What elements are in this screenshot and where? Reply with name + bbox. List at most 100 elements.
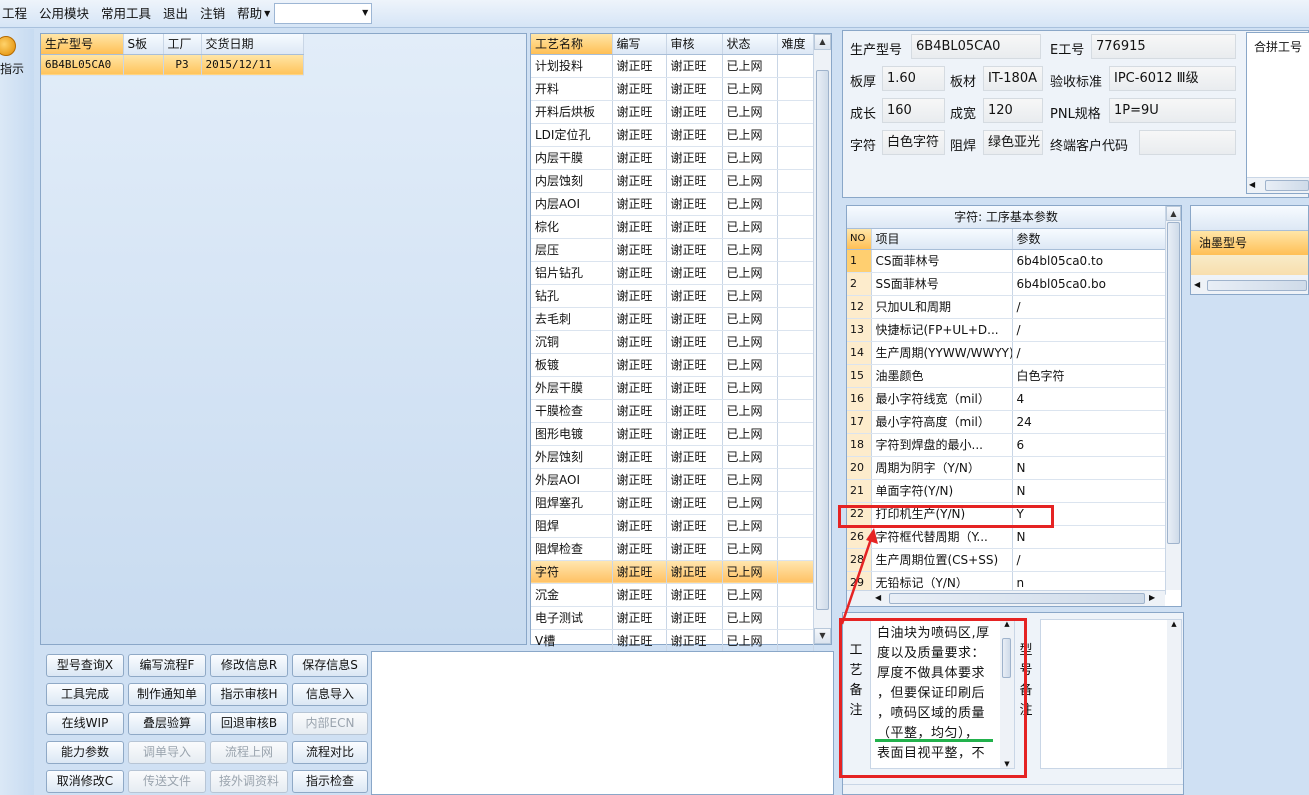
process-status[interactable]: 已上网	[722, 629, 778, 653]
process-name[interactable]: 外层干膜	[531, 376, 613, 400]
order-factory[interactable]: P3	[163, 54, 202, 76]
scroll-up-icon[interactable]: ▲	[814, 34, 831, 50]
chevron-down-icon[interactable]: ▼	[362, 8, 368, 17]
process-name[interactable]: 内层AOI	[531, 192, 613, 216]
process-writer[interactable]: 谢正旺	[612, 330, 667, 354]
process-status[interactable]: 已上网	[722, 422, 778, 446]
param-no[interactable]: 21	[847, 479, 872, 503]
table-row[interactable]: 17 最小字符高度（mil） 24	[847, 410, 1166, 434]
process-reviewer[interactable]: 谢正旺	[666, 606, 723, 630]
scroll-thumb[interactable]	[816, 70, 829, 610]
action-button[interactable]: 传送文件	[128, 770, 206, 793]
scroll-up-icon[interactable]: ▲	[1167, 620, 1181, 628]
table-row[interactable]: 铝片钻孔 谢正旺 谢正旺 已上网	[531, 261, 814, 285]
action-button[interactable]: 回退审核B	[210, 712, 288, 735]
param-value[interactable]: 4	[1012, 387, 1166, 411]
model-notes-vscrollbar[interactable]: ▲	[1167, 620, 1181, 768]
process-difficulty[interactable]	[777, 238, 814, 262]
model-field[interactable]: 6B4BL05CA0	[911, 34, 1041, 59]
process-status[interactable]: 已上网	[722, 123, 778, 147]
param-item[interactable]: 油墨颜色	[871, 364, 1013, 388]
table-row[interactable]: 开料 谢正旺 谢正旺 已上网	[531, 77, 814, 101]
process-difficulty[interactable]	[777, 307, 814, 331]
params-vertical-scrollbar[interactable]: ▲	[1165, 206, 1181, 590]
e-no-field[interactable]: 776915	[1091, 34, 1236, 59]
table-row[interactable]: 去毛刺 谢正旺 谢正旺 已上网	[531, 307, 814, 331]
process-difficulty[interactable]	[777, 468, 814, 492]
menu-tools[interactable]: 常用工具	[95, 0, 157, 28]
process-difficulty[interactable]	[777, 399, 814, 423]
process-status[interactable]: 已上网	[722, 560, 778, 584]
table-row[interactable]: 14 生产周期(YYWW/WWYY) /	[847, 341, 1166, 365]
table-row[interactable]: 内层AOI 谢正旺 谢正旺 已上网	[531, 192, 814, 216]
process-writer[interactable]: 谢正旺	[612, 54, 667, 78]
process-difficulty[interactable]	[777, 353, 814, 377]
table-row[interactable]: 内层蚀刻 谢正旺 谢正旺 已上网	[531, 169, 814, 193]
table-row[interactable]: 外层蚀刻 谢正旺 谢正旺 已上网	[531, 445, 814, 469]
action-button[interactable]: 叠层验算	[128, 712, 206, 735]
customer-field[interactable]	[1139, 130, 1236, 155]
param-no[interactable]: 16	[847, 387, 872, 411]
process-reviewer[interactable]: 谢正旺	[666, 307, 723, 331]
scroll-down-icon[interactable]: ▼	[814, 628, 831, 644]
process-writer[interactable]: 谢正旺	[612, 77, 667, 101]
process-reviewer[interactable]: 谢正旺	[666, 261, 723, 285]
process-reviewer[interactable]: 谢正旺	[666, 491, 723, 515]
process-reviewer[interactable]: 谢正旺	[666, 514, 723, 538]
table-row[interactable]: 13 快捷标记(FP+UL+D... /	[847, 318, 1166, 342]
process-writer[interactable]: 谢正旺	[612, 169, 667, 193]
scroll-thumb[interactable]	[889, 593, 1145, 604]
process-name[interactable]: 计划投料	[531, 54, 613, 78]
process-status[interactable]: 已上网	[722, 215, 778, 239]
process-status[interactable]: 已上网	[722, 100, 778, 124]
process-difficulty[interactable]	[777, 215, 814, 239]
table-row[interactable]: 干膜检查 谢正旺 谢正旺 已上网	[531, 399, 814, 423]
param-no[interactable]: 1	[847, 249, 872, 273]
combo-no-list[interactable]: 合拼工号 ◀	[1246, 32, 1309, 194]
process-status[interactable]: 已上网	[722, 468, 778, 492]
process-reviewer[interactable]: 谢正旺	[666, 215, 723, 239]
scroll-left-icon[interactable]: ◀	[1249, 180, 1263, 191]
process-col-header[interactable]: 审核	[666, 34, 723, 55]
process-difficulty[interactable]	[777, 376, 814, 400]
help-dropdown-arrow-icon[interactable]: ▼	[264, 9, 270, 18]
params-col-no[interactable]: NO	[847, 229, 872, 250]
process-reviewer[interactable]: 谢正旺	[666, 123, 723, 147]
process-reviewer[interactable]: 谢正旺	[666, 399, 723, 423]
param-item[interactable]: 只加UL和周期	[871, 295, 1013, 319]
process-writer[interactable]: 谢正旺	[612, 560, 667, 584]
process-name[interactable]: 层压	[531, 238, 613, 262]
menu-project[interactable]: 工程	[0, 0, 33, 28]
process-status[interactable]: 已上网	[722, 514, 778, 538]
process-status[interactable]: 已上网	[722, 238, 778, 262]
process-name[interactable]: 内层蚀刻	[531, 169, 613, 193]
process-writer[interactable]: 谢正旺	[612, 100, 667, 124]
table-row[interactable]: 15 油墨颜色 白色字符	[847, 364, 1166, 388]
ink-model-row[interactable]	[1191, 255, 1308, 275]
process-status[interactable]: 已上网	[722, 376, 778, 400]
process-name[interactable]: 阻焊检查	[531, 537, 613, 561]
param-item[interactable]: 快捷标记(FP+UL+D...	[871, 318, 1013, 342]
process-reviewer[interactable]: 谢正旺	[666, 284, 723, 308]
process-difficulty[interactable]	[777, 514, 814, 538]
process-name[interactable]: 棕化	[531, 215, 613, 239]
process-name[interactable]: 外层AOI	[531, 468, 613, 492]
table-row[interactable]: 电子测试 谢正旺 谢正旺 已上网	[531, 606, 814, 630]
param-no[interactable]: 15	[847, 364, 872, 388]
standard-field[interactable]: IPC-6012 Ⅲ级	[1109, 66, 1236, 91]
action-button[interactable]: 流程对比	[292, 741, 368, 764]
param-value[interactable]: N	[1012, 456, 1166, 480]
process-name[interactable]: 电子测试	[531, 606, 613, 630]
order-col-header[interactable]: 工厂	[163, 34, 202, 55]
process-difficulty[interactable]	[777, 146, 814, 170]
table-row[interactable]: 板镀 谢正旺 谢正旺 已上网	[531, 353, 814, 377]
process-reviewer[interactable]: 谢正旺	[666, 100, 723, 124]
process-status[interactable]: 已上网	[722, 330, 778, 354]
process-status[interactable]: 已上网	[722, 77, 778, 101]
length-field[interactable]: 160	[882, 98, 945, 123]
combo-no-hscrollbar[interactable]: ◀	[1247, 177, 1309, 193]
process-status[interactable]: 已上网	[722, 307, 778, 331]
process-reviewer[interactable]: 谢正旺	[666, 192, 723, 216]
action-button[interactable]: 取消修改C	[46, 770, 124, 793]
thickness-field[interactable]: 1.60	[882, 66, 945, 91]
